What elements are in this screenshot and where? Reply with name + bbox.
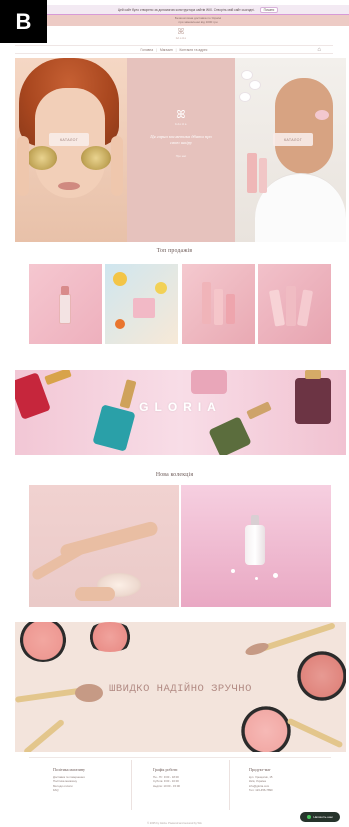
product-bottle	[286, 286, 296, 326]
nail-polish-bottle	[208, 416, 252, 455]
flower-decoration	[155, 282, 167, 294]
wix-announcement-bar: Цей сайт було створено за допомогою конс…	[47, 5, 349, 15]
hand-left	[17, 136, 29, 196]
promo-bar: Безкоштовна доставка по Україні при замо…	[47, 15, 349, 26]
blush-compact	[240, 706, 292, 752]
product-bottle	[59, 294, 71, 324]
nav-item-home[interactable]: Головна	[141, 48, 154, 52]
orchid-flower	[241, 70, 253, 80]
arm-shape	[30, 542, 88, 582]
hero-center-panel: ꕤ Gloria Ця гарна косметика дбати про св…	[127, 58, 235, 242]
eye-patch-right	[81, 146, 111, 170]
product-bottle	[226, 294, 235, 324]
droplet	[231, 569, 235, 573]
hero-left-image: КАТАЛОГ	[15, 58, 127, 242]
gloria-banner: GLORIA	[15, 370, 346, 455]
hand-shape	[75, 587, 115, 601]
nail-polish-cap	[44, 370, 72, 386]
product-card[interactable]	[29, 264, 102, 344]
makeup-banner: ШВИДКО НАДІЙНО ЗРУЧНО	[15, 622, 346, 752]
footer-column-title: Графік роботи	[153, 767, 178, 772]
chat-button[interactable]: Напишіть нам	[300, 812, 340, 822]
chat-icon	[307, 815, 312, 819]
face-mask-patch	[315, 110, 329, 120]
footer-column-title: Політика магазину	[53, 767, 86, 772]
top-sales-title: Топ продажів	[156, 248, 193, 254]
nail-polish-bottle	[191, 370, 227, 394]
promo-line-2: при замовленні від 1000 грн	[178, 20, 218, 24]
corner-label: B	[0, 0, 47, 43]
serum-bottle	[245, 525, 265, 565]
hero-right-image: КАТАЛОГ	[235, 58, 346, 242]
flower-icon: ꕤ	[177, 27, 185, 36]
hero-right-catalog-button[interactable]: КАТАЛОГ	[273, 133, 313, 146]
product-card[interactable]	[105, 264, 178, 344]
hero-about-link[interactable]: Про нас	[127, 154, 235, 158]
nav-item-contacts[interactable]: Контакти та адрес	[180, 48, 208, 52]
brush-tip	[244, 640, 270, 658]
footer-text: Неділя: 10:00 - 15:00	[153, 783, 180, 788]
flower-decoration	[113, 272, 127, 286]
main-nav: Головна | Магазин | Контакти та адрес ⌂	[15, 45, 333, 54]
hero-brand: Gloria	[175, 122, 187, 126]
product-bottle	[259, 158, 267, 193]
orchid-flower	[239, 92, 251, 102]
nav-item-shop[interactable]: Магазин	[160, 48, 173, 52]
makeup-tagline: ШВИДКО НАДІЙНО ЗРУЧНО	[109, 683, 252, 695]
makeup-brush	[286, 717, 344, 749]
lips-shape	[58, 182, 80, 190]
product-bottle	[214, 289, 223, 325]
site-logo[interactable]: ꕤ Gloria	[168, 28, 194, 42]
nav-separator: |	[156, 47, 157, 52]
footer-column-contacts: Продукт-маг вул. Хрещатик, 15 Київ, Укра…	[249, 767, 343, 806]
footer-text: Тел: 123-456-7890	[249, 787, 273, 792]
product-jar	[133, 298, 155, 318]
hand-right	[111, 136, 123, 196]
footer-link[interactable]: FAQ	[53, 788, 147, 792]
copyright: © 2035 by Gloria. Powered and secured by…	[147, 822, 202, 825]
announcement-cta-button[interactable]: Почати	[259, 6, 279, 13]
eye-patch-left	[27, 146, 57, 170]
footer: Політика магазину Доставка та повернення…	[29, 757, 331, 815]
product-bottle	[268, 289, 286, 327]
product-bottle	[247, 153, 257, 193]
makeup-brush	[22, 718, 66, 752]
product-card[interactable]	[258, 264, 331, 344]
nav-separator: |	[175, 47, 177, 52]
product-card[interactable]	[182, 264, 255, 344]
footer-column-title: Продукт-маг	[249, 767, 271, 772]
product-bottle	[296, 289, 314, 327]
chat-label: Напишіть нам	[313, 815, 333, 819]
logo-word: Gloria	[175, 36, 187, 40]
new-collection-image-left[interactable]	[29, 485, 179, 607]
droplet	[273, 573, 278, 578]
flower-icon: ꕤ	[176, 109, 186, 121]
hero-section: КАТАЛОГ ꕤ Gloria Ця гарна косметика дбат…	[15, 58, 346, 242]
product-bottle	[202, 282, 211, 324]
footer-divider	[229, 760, 230, 810]
bag-icon[interactable]: ⌂	[317, 47, 321, 53]
blush-compact	[85, 622, 135, 652]
top-sales-grid	[29, 264, 331, 344]
robe-shape	[255, 173, 346, 242]
new-collection-image-right[interactable]	[181, 485, 331, 607]
hero-left-catalog-button[interactable]: КАТАЛОГ	[49, 133, 89, 146]
nail-polish-cap	[305, 370, 321, 379]
footer-column-hours: Графік роботи Пн - Пт: 9:00 - 18:00 Субо…	[153, 767, 247, 806]
footer-column-policy: Політика магазину Доставка та повернення…	[53, 767, 147, 806]
banner-brand-word: GLORIA	[139, 400, 222, 414]
new-collection-title: Нова колекція	[155, 472, 194, 478]
flower-decoration	[115, 319, 125, 329]
footer-divider	[131, 760, 132, 810]
announcement-text: Цей сайт було створено за допомогою конс…	[117, 7, 255, 12]
product-cap	[61, 286, 69, 295]
hero-slogan: Ця гарна косметика дбати про свою шкіру	[150, 134, 212, 145]
orchid-flower	[249, 80, 261, 90]
blush-compact	[19, 622, 67, 662]
page: B Цей сайт було створено за допомогою ко…	[0, 0, 349, 827]
droplet	[255, 577, 258, 580]
model-face	[275, 78, 333, 174]
